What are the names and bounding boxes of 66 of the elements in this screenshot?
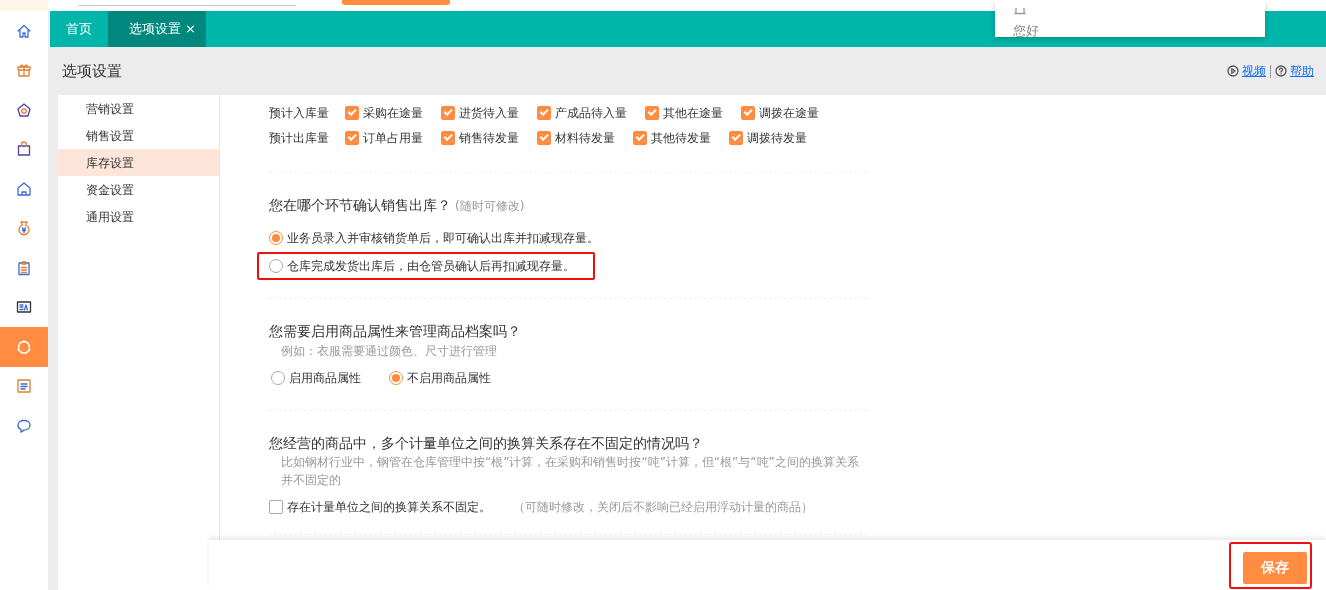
radio-button[interactable] xyxy=(389,370,403,385)
settings-nav-item[interactable]: 通用设置 xyxy=(58,203,219,230)
checkbox[interactable] xyxy=(537,105,551,120)
clipboard-icon xyxy=(16,259,32,276)
home-icon xyxy=(16,22,32,39)
cycle-icon xyxy=(16,338,32,355)
gift-icon xyxy=(16,62,32,79)
help-icon xyxy=(1275,65,1287,77)
question-note: （可随时修改，关闭后不影响已经启用浮动计量的商品） xyxy=(513,498,813,516)
id-card-icon xyxy=(16,299,32,316)
bell-icon xyxy=(1013,7,1027,16)
radio-label: 仓库完成发货出库后，由仓管员确认后再扣减现存量。 xyxy=(287,258,575,276)
checkbox-label: 产成品待入量 xyxy=(555,104,627,122)
checkbox-label: 销售待发量 xyxy=(459,129,519,147)
question-title: 您需要启用商品属性来管理商品档案吗？ xyxy=(269,323,521,340)
checkbox-label: 调拨待发量 xyxy=(747,129,807,147)
checkbox[interactable] xyxy=(729,130,743,145)
settings-nav-item[interactable]: 库存设置 xyxy=(58,149,219,176)
checkbox-label: 采购在途量 xyxy=(363,104,423,122)
tab[interactable]: 首页 xyxy=(50,11,108,47)
row-label: 预计出库量 xyxy=(269,129,330,147)
checkbox-label: 进货待入量 xyxy=(459,104,519,122)
settings-nav-item[interactable]: 营销设置 xyxy=(58,95,219,122)
checkbox-label: 其他在途量 xyxy=(663,104,723,122)
bag-icon xyxy=(16,141,32,158)
checkbox-label: 订单占用量 xyxy=(363,129,423,147)
row-label: 预计入库量 xyxy=(269,104,330,122)
radio-label: 启用商品属性 xyxy=(289,369,361,387)
building-icon xyxy=(16,180,32,197)
settings-nav-item[interactable]: 资金设置 xyxy=(58,176,219,203)
header-link[interactable]: 帮助 xyxy=(1275,62,1314,80)
checkbox[interactable] xyxy=(345,105,359,120)
radio-button[interactable] xyxy=(269,231,283,246)
question-title: 您经营的商品中，多个计量单位之间的换算关系存在不固定的情况吗？ xyxy=(269,434,703,451)
coin-house-icon xyxy=(16,101,32,118)
checkbox[interactable] xyxy=(633,130,647,145)
news-icon xyxy=(16,378,32,395)
header-link[interactable]: 视频 xyxy=(1227,62,1266,80)
radio-button[interactable] xyxy=(269,259,283,274)
checkbox[interactable] xyxy=(269,499,283,514)
checkbox[interactable] xyxy=(537,130,551,145)
close-icon[interactable]: × xyxy=(185,19,196,39)
checkbox-label: 其他待发量 xyxy=(651,129,711,147)
tab[interactable]: 选项设置 × xyxy=(108,11,206,47)
settings-nav-item[interactable]: 销售设置 xyxy=(58,122,219,149)
question-hint: 例如：衣服需要通过颜色、尺寸进行管理 xyxy=(280,342,498,360)
checkbox[interactable] xyxy=(441,105,455,120)
money-bag-icon xyxy=(16,220,32,237)
chat-icon xyxy=(16,417,32,434)
question-note: (随时可修改) xyxy=(455,199,525,213)
greeting-text: 您好 xyxy=(1013,21,1040,40)
play-icon xyxy=(1227,65,1239,77)
save-button[interactable]: 保存 xyxy=(1243,551,1307,584)
question-title: 您在哪个环节确认销售出库？ xyxy=(269,197,451,213)
checkbox-label: 材料待发量 xyxy=(555,129,615,147)
checkbox-label: 存在计量单位之间的换算关系不固定。 xyxy=(287,498,491,516)
checkbox[interactable] xyxy=(741,105,755,120)
question-hint: 比如钢材行业中，钢管在仓库管理中按“根”计算，在采购和销售时按“吨”计算，但“根”与“吨”之间的换算关系并不固定的 xyxy=(280,453,860,489)
radio-label: 不启用商品属性 xyxy=(407,369,491,387)
radio-button[interactable] xyxy=(271,370,285,385)
page-title: 选项设置 xyxy=(62,60,122,82)
checkbox-label: 调拨在途量 xyxy=(759,104,819,122)
checkbox[interactable] xyxy=(345,130,359,145)
radio-label: 业务员录入并审核销货单后，即可确认出库并扣减现存量。 xyxy=(287,230,599,248)
checkbox[interactable] xyxy=(441,130,455,145)
checkbox[interactable] xyxy=(645,105,659,120)
